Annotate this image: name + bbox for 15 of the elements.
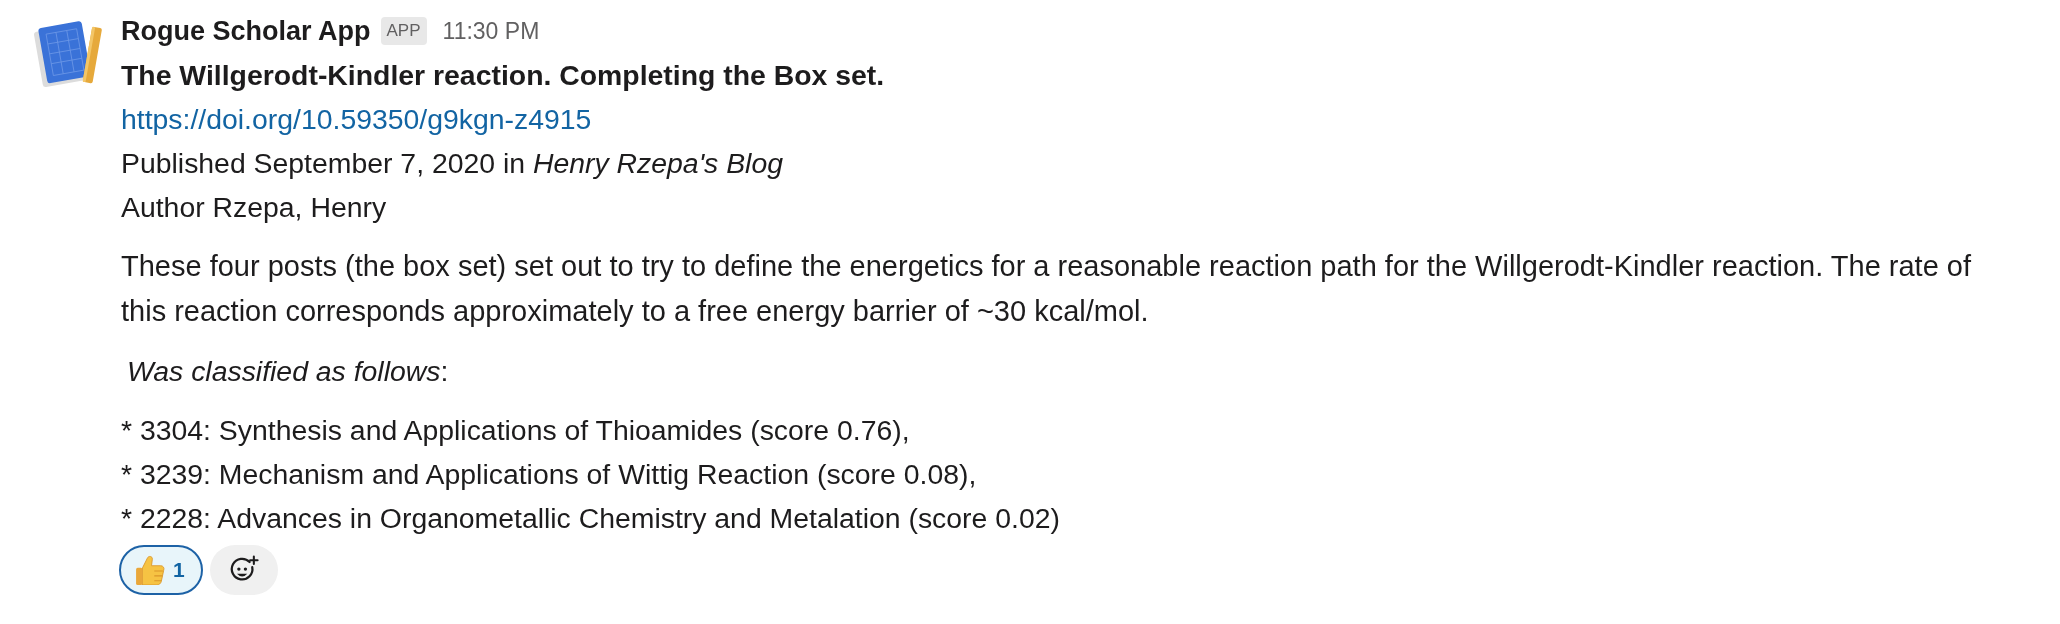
thumbs-up-icon [135,555,165,585]
doi-link[interactable]: https://doi.org/10.59350/g9kgn-z4915 [121,103,592,135]
classification-item: * 2228: Advances in Organometallic Chemistry and Metalation (score 0.02) [121,501,1061,536]
published-line: Published September 7, 2020 in Henry Rzepa's Blog [121,146,784,181]
classification-item: * 3239: Mechanism and Applications of Wittig Reaction (score 0.08), [121,457,978,492]
classification-heading: Was classified as follows: [126,354,450,389]
post-title: The Willgerodt-Kindler reaction. Completing the Box set. [121,58,886,93]
sender-name[interactable]: Rogue Scholar App [121,15,371,47]
add-reaction-button[interactable] [209,545,278,595]
summary-paragraph: These four posts (the box set) set out to try to define the energetics for a reasonable reaction path for the Willgerodt-Kindler reaction. The rate of this reaction corresponds approximately to a free energy barrier of ~30 kcal/mol. [121,249,1973,329]
message-time[interactable]: 11:30 PM [442,17,540,45]
app-badge: APP [380,17,427,45]
classification-item: * 3304: Synthesis and Applications of Thioamides (score 0.76), [121,413,911,448]
author-line: Author Rzepa, Henry [121,190,388,225]
reaction-button[interactable]: 1 [119,545,203,595]
